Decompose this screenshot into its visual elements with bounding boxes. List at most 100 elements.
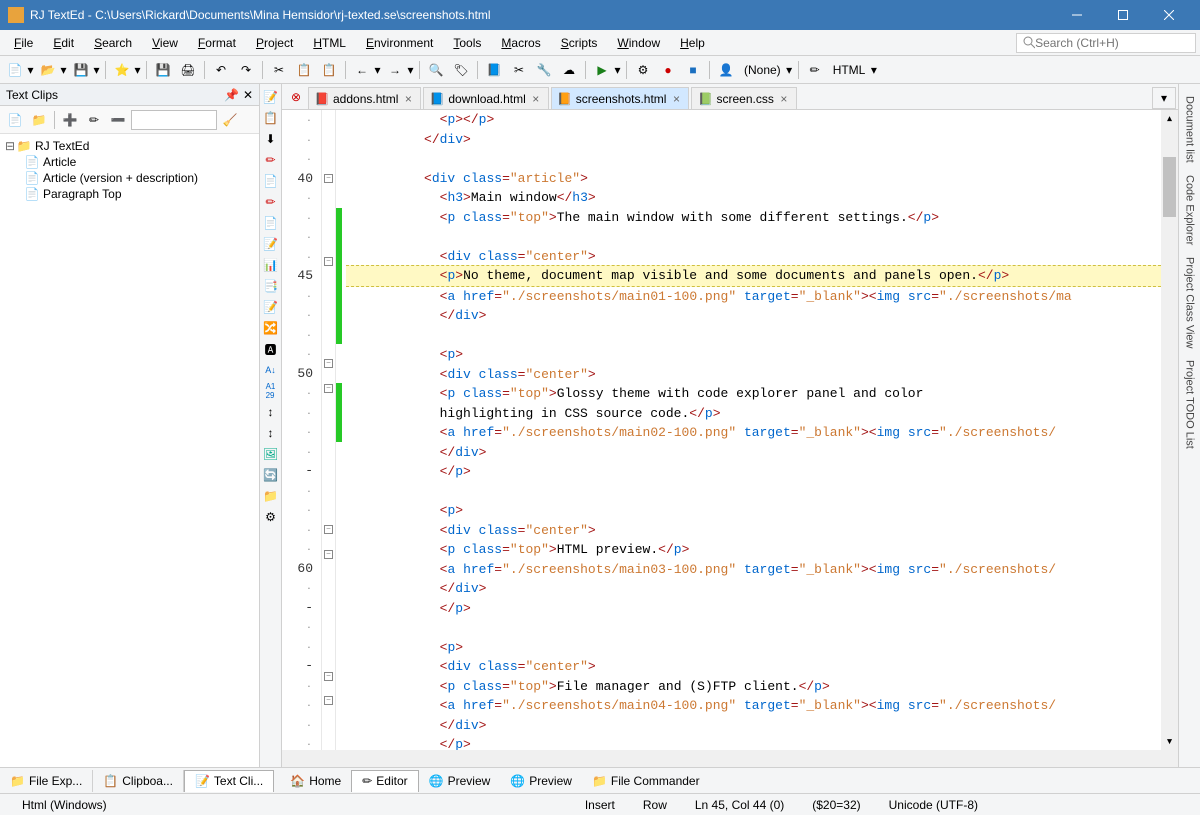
copy-button[interactable]: 📋 <box>293 59 315 81</box>
run-button[interactable]: ▶ <box>591 59 613 81</box>
close-button[interactable] <box>1146 0 1192 30</box>
document-tab[interactable]: 📘download.html× <box>423 87 548 109</box>
back-button[interactable]: ← <box>351 59 373 81</box>
side-tab[interactable]: Project Class View <box>1182 251 1198 355</box>
tool2-button[interactable]: ✂ <box>508 59 530 81</box>
side-tab[interactable]: Code Explorer <box>1182 169 1198 251</box>
code-content[interactable]: <p></p> </div> <div class="article"> <h3… <box>342 110 1161 750</box>
undo-button[interactable]: ↶ <box>210 59 232 81</box>
gt-2[interactable]: 📋 <box>262 109 280 127</box>
search-input[interactable] <box>1035 36 1189 50</box>
gt-8[interactable]: 📝 <box>262 235 280 253</box>
gt-4[interactable]: ✏ <box>262 151 280 169</box>
side-tab[interactable]: Project TODO List <box>1182 354 1198 455</box>
close-tab-icon[interactable]: × <box>670 93 682 105</box>
find-button[interactable]: 🔍 <box>425 59 447 81</box>
gt-14[interactable]: A↓ <box>262 361 280 379</box>
status-encoding[interactable]: Unicode (UTF-8) <box>875 798 992 812</box>
edit-button[interactable]: ✏ <box>83 109 105 131</box>
tree-item[interactable]: 📄Article <box>4 154 255 170</box>
forward-button[interactable]: → <box>384 59 406 81</box>
menu-file[interactable]: File <box>4 33 43 53</box>
document-tab[interactable]: 📕addons.html× <box>308 87 421 109</box>
remove-button[interactable]: ➖ <box>107 109 129 131</box>
clip-tree[interactable]: ⊟ 📁 RJ TextEd 📄Article📄Article (version … <box>0 134 259 767</box>
favorites-button[interactable]: ⭐ <box>111 59 133 81</box>
gt-18[interactable]: 🖼 <box>262 445 280 463</box>
add-button[interactable]: ➕ <box>59 109 81 131</box>
gt-10[interactable]: 📑 <box>262 277 280 295</box>
gt-6[interactable]: ✏ <box>262 193 280 211</box>
menu-scripts[interactable]: Scripts <box>551 33 608 53</box>
document-tab[interactable]: 📙screenshots.html× <box>551 87 690 109</box>
view-tab[interactable]: 🌐Preview <box>419 770 501 792</box>
menu-view[interactable]: View <box>142 33 188 53</box>
menu-search[interactable]: Search <box>84 33 142 53</box>
tree-item[interactable]: 📄Paragraph Top <box>4 186 255 202</box>
global-search[interactable] <box>1016 33 1196 53</box>
view-tab[interactable]: 🏠Home <box>280 770 351 792</box>
view-tab[interactable]: 📁File Commander <box>582 770 710 792</box>
tool4-button[interactable]: ☁ <box>558 59 580 81</box>
project-none-label[interactable]: (None) <box>740 63 785 77</box>
scroll-thumb[interactable] <box>1163 157 1176 217</box>
panel-close-icon[interactable]: ✕ <box>243 88 253 102</box>
view-tab[interactable]: ✏Editor <box>351 770 418 792</box>
bookmark-button[interactable]: 🏷 <box>450 59 472 81</box>
panel-tab[interactable]: 📁File Exp... <box>0 770 93 792</box>
panel-pin-icon[interactable]: 📌 <box>224 88 239 102</box>
gt-11[interactable]: 📝 <box>262 298 280 316</box>
close-doc-button[interactable]: ⊗ <box>284 85 308 109</box>
menu-macros[interactable]: Macros <box>491 33 550 53</box>
open-dropdown[interactable]: ▾ <box>60 63 67 77</box>
panel-tab[interactable]: 📝Text Cli... <box>184 770 274 792</box>
person-icon[interactable]: 👤 <box>715 59 737 81</box>
document-tab[interactable]: 📗screen.css× <box>691 87 796 109</box>
menu-html[interactable]: HTML <box>303 33 356 53</box>
panel-tab[interactable]: 📋Clipboa... <box>93 770 184 792</box>
record-button[interactable]: ● <box>657 59 679 81</box>
menu-environment[interactable]: Environment <box>356 33 443 53</box>
menu-format[interactable]: Format <box>188 33 246 53</box>
clip-search-input[interactable] <box>131 110 217 130</box>
print-button[interactable]: 🖨 <box>177 59 199 81</box>
language-label[interactable]: HTML <box>829 63 870 77</box>
fav-dropdown[interactable]: ▾ <box>134 63 141 77</box>
gt-5[interactable]: 📄 <box>262 172 280 190</box>
menu-window[interactable]: Window <box>607 33 670 53</box>
tool1-button[interactable]: 📘 <box>483 59 505 81</box>
save-button[interactable]: 💾 <box>70 59 92 81</box>
new-clip-button[interactable]: 📄 <box>4 109 26 131</box>
record-macro-button[interactable]: ⚙ <box>632 59 654 81</box>
tab-list-dropdown[interactable]: ▾ <box>1152 87 1176 109</box>
folder-button[interactable]: 📁 <box>28 109 50 131</box>
gt-16[interactable]: ↕ <box>262 403 280 421</box>
open-button[interactable]: 📂 <box>37 59 59 81</box>
vertical-scrollbar[interactable]: ▴ ▾ <box>1161 110 1178 750</box>
redo-button[interactable]: ↷ <box>235 59 257 81</box>
maximize-button[interactable] <box>1100 0 1146 30</box>
view-tab[interactable]: 🌐Preview <box>500 770 582 792</box>
new-dropdown[interactable]: ▾ <box>27 63 34 77</box>
gt-7[interactable]: 📄 <box>262 214 280 232</box>
scroll-down-icon[interactable]: ▾ <box>1161 733 1178 750</box>
close-tab-icon[interactable]: × <box>402 93 414 105</box>
gt-9[interactable]: 📊 <box>262 256 280 274</box>
menu-tools[interactable]: Tools <box>443 33 491 53</box>
tree-item[interactable]: 📄Article (version + description) <box>4 170 255 186</box>
side-tab[interactable]: Document list <box>1182 90 1198 169</box>
close-tab-icon[interactable]: × <box>530 93 542 105</box>
gt-12[interactable]: 🔀 <box>262 319 280 337</box>
save-dropdown[interactable]: ▾ <box>93 63 100 77</box>
menu-project[interactable]: Project <box>246 33 303 53</box>
close-tab-icon[interactable]: × <box>778 93 790 105</box>
gt-1[interactable]: 📝 <box>262 88 280 106</box>
gt-21[interactable]: ⚙ <box>262 508 280 526</box>
gt-20[interactable]: 📁 <box>262 487 280 505</box>
clear-search-button[interactable]: 🧹 <box>219 109 241 131</box>
minimize-button[interactable] <box>1054 0 1100 30</box>
gt-19[interactable]: 🔄 <box>262 466 280 484</box>
fold-column[interactable]: −−−−−−−− <box>322 110 336 750</box>
code-editor[interactable]: ···40····45····50····-····60·-··-···· −−… <box>282 110 1178 750</box>
new-file-button[interactable]: 📄 <box>4 59 26 81</box>
